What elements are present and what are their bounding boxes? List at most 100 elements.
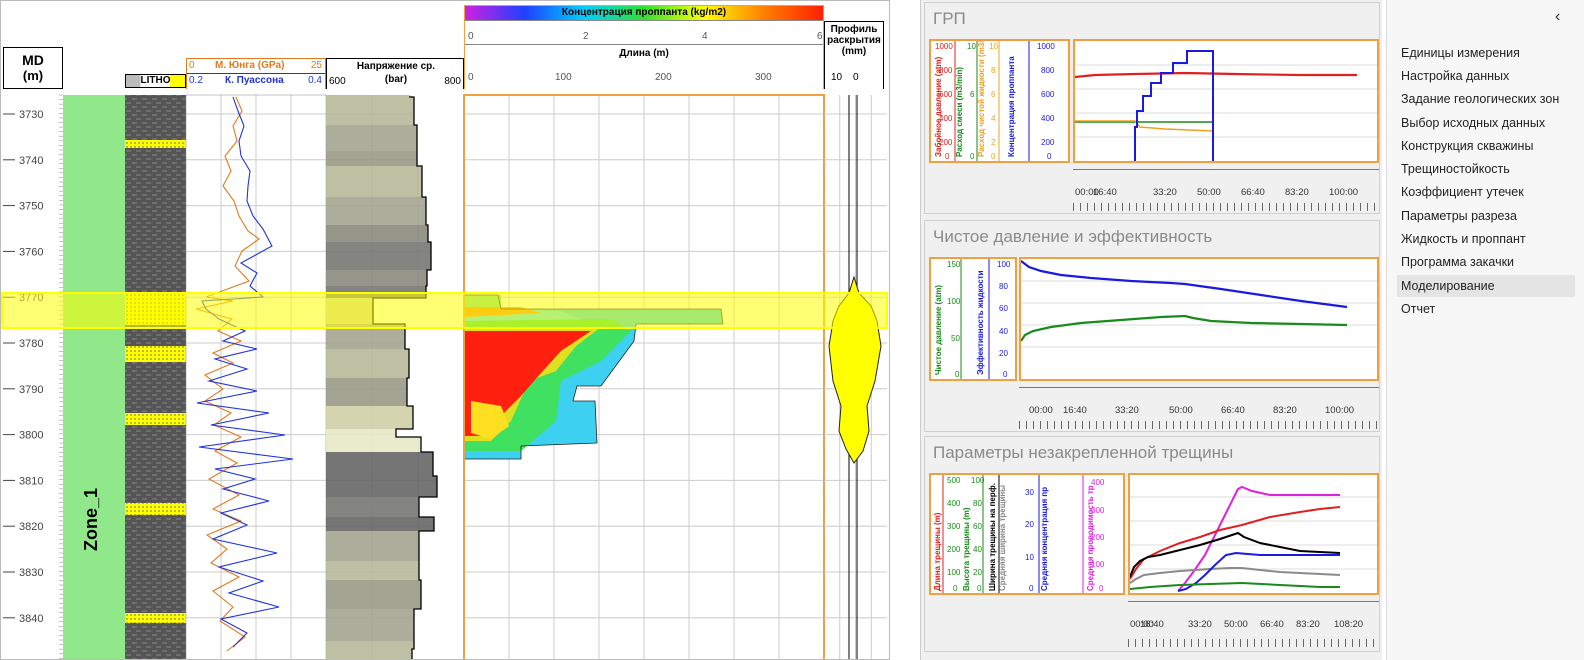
axis-tick: 1000 [1037, 42, 1055, 51]
nav-item-leakoff[interactable]: Коэффициент утечек [1401, 185, 1524, 199]
sand-layer [125, 413, 186, 425]
depth-label: 3810 [19, 475, 43, 487]
depth-label: 3740 [19, 155, 43, 167]
conc-tick-2: 4 [702, 31, 708, 42]
nav-item-section-params[interactable]: Параметры разреза [1401, 209, 1517, 223]
sand-layer [125, 503, 186, 515]
axis-label: Длина трещины (m) [933, 512, 942, 591]
frac-axes: 1000 800 600 400 200 0 10 6 0 10 8 6 4 2… [934, 23, 1055, 161]
x-tick: 100:00 [1329, 187, 1359, 198]
stress-label: Напряжение ср. [356, 61, 436, 72]
axis-label: Расход чистой жидкости (m3/min) [977, 41, 986, 157]
stress-max: 800 [444, 76, 461, 87]
young-min: 0 [189, 60, 195, 71]
zone-bar [63, 95, 125, 659]
series-conductivity [1177, 485, 1340, 592]
litho-label: LITHO [140, 75, 171, 86]
x-tick: 33:20 [1115, 405, 1139, 416]
poisson-min: 0.2 [189, 75, 203, 86]
nav-item-source-data[interactable]: Выбор исходных данных [1401, 116, 1545, 130]
series-efficiency [1020, 260, 1348, 309]
chart-title-fracture-params: Параметры незакрепленной трещины [933, 443, 1234, 462]
zone-label: Zone_1 [81, 488, 101, 551]
md-track: 3730374037503760377037803790380038103820… [3, 94, 63, 659]
axis-tick: 400 [947, 499, 961, 508]
stress-header: Напряжение ср. (bar) 600 800 [326, 58, 464, 89]
axis-tick: 20 [973, 568, 982, 577]
axis-tick: 50 [951, 334, 960, 343]
stress-min: 600 [329, 76, 346, 87]
x-tick: 83:20 [1285, 187, 1309, 198]
nav-item-data-setup[interactable]: Настройка данных [1401, 69, 1509, 83]
litho-track [125, 95, 186, 659]
nav-item-toughness[interactable]: Трещиностойкость [1401, 162, 1510, 176]
chart-title-frac: ГРП [933, 9, 966, 28]
chart-panel-net-pressure[interactable]: Чистое давление и эффективность 150 100 … [924, 220, 1380, 432]
log-tracks: 3730374037503760377037803790380038103820… [1, 94, 888, 659]
x-tick: 50:00 [1169, 405, 1193, 416]
axis-label: Концентрация проппанта [1007, 56, 1016, 157]
axis-tick: 0 [977, 584, 982, 593]
chart-title-net-pressure: Чистое давление и эффективность [933, 227, 1213, 246]
axis-tick: 0 [1003, 370, 1008, 379]
axis-tick: 10 [967, 42, 976, 51]
fp-xaxis: 00:00 16:40 33:20 50:00 66:40 83:20 108:… [1128, 599, 1379, 649]
x-tick: 66:40 [1221, 405, 1245, 416]
nav-item-report[interactable]: Отчет [1401, 302, 1435, 316]
length-tick-3: 300 [755, 72, 772, 83]
axis-tick: 600 [1041, 90, 1055, 99]
nav-item-pump-schedule[interactable]: Программа закачки [1401, 255, 1514, 269]
conc-label: Концентрация проппанта (kg/m2) [561, 7, 727, 18]
sand-layer [125, 346, 186, 362]
x-tick: 83:20 [1296, 619, 1320, 630]
chart-panel-fracture-params[interactable]: Параметры незакрепленной трещины 500 400… [924, 436, 1380, 652]
sand-layer [125, 613, 186, 623]
x-tick: 108:20 [1334, 619, 1364, 630]
axis-tick: 0 [1099, 584, 1104, 593]
nav-item-geo-zones[interactable]: Задание геологических зон [1401, 92, 1559, 106]
depth-label: 3830 [19, 567, 43, 579]
poisson-label: К. Пуассона [225, 75, 284, 86]
nav-item-well-design[interactable]: Конструкция скважины [1401, 139, 1533, 153]
axis-label: Забойное давление (atm) [934, 56, 943, 157]
workflow-nav: ‹ Единицы измерения Настройка данных Зад… [1386, 0, 1584, 660]
fp-plot [1129, 485, 1377, 592]
axis-tick: 100 [947, 297, 961, 306]
well-log-pane[interactable]: MD (m) LITHO 0 М. Юнга (GPa) 25 0.2 К. П… [0, 0, 890, 660]
axis-tick: 100 [997, 260, 1011, 269]
axis-tick: 800 [1041, 66, 1055, 75]
depth-label: 3780 [19, 338, 43, 350]
series-net-pressure [1020, 314, 1348, 342]
depth-label: 3800 [19, 430, 43, 442]
mechanics-header: 0 М. Юнга (GPa) 25 0.2 К. Пуассона 0.4 [186, 58, 326, 89]
conc-header: Концентрация проппанта (kg/m2) 0 2 4 6 Д… [464, 5, 824, 89]
x-tick: 16:40 [1063, 405, 1087, 416]
np-plot [1020, 260, 1377, 348]
young-curve [195, 96, 260, 652]
axis-tick: 10 [1025, 553, 1034, 562]
depth-label: 3760 [19, 246, 43, 258]
young-max: 25 [310, 60, 322, 71]
nav-item-units[interactable]: Единицы измерения [1401, 46, 1520, 60]
nav-item-modeling[interactable]: Моделирование [1401, 279, 1495, 293]
axis-tick: 8 [991, 66, 996, 75]
axis-tick: 0 [955, 370, 960, 379]
x-tick: 100:00 [1325, 405, 1355, 416]
frac-axes-box: 1000 800 600 400 200 0 10 6 0 10 8 6 4 2… [929, 23, 1070, 163]
x-tick: 00:00 [1029, 405, 1053, 416]
frac-plot-box [1073, 39, 1379, 163]
length-tick-2: 200 [655, 72, 672, 83]
mechanics-grid [186, 95, 326, 659]
axis-tick: 0 [945, 152, 950, 161]
axis-tick: 400 [1041, 114, 1055, 123]
axis-tick: 4 [991, 114, 996, 123]
perforation-highlight[interactable] [1, 292, 888, 329]
axis-label: Ширина трещины на перф. [988, 483, 997, 591]
chart-panel-frac[interactable]: ГРП 1000 800 600 400 200 0 10 6 0 10 8 6… [924, 2, 1380, 214]
axis-tick: 150 [947, 260, 961, 269]
profile-header: Профиль раскрытия (mm) 10 0 [824, 21, 884, 89]
axis-tick: 6 [970, 90, 975, 99]
nav-item-fluid-proppant[interactable]: Жидкость и проппант [1401, 232, 1526, 246]
collapse-icon[interactable]: ‹ [1555, 8, 1560, 26]
axis-tick: 60 [973, 522, 982, 531]
